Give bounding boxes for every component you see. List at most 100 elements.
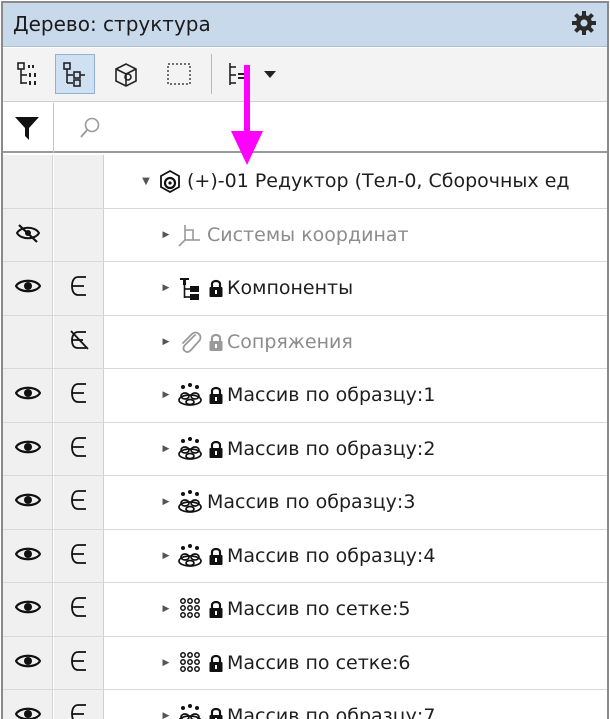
dashed-frame-icon [167,63,191,85]
visibility-cell[interactable] [3,315,53,368]
tree-item-label: Массив по сетке:5 [227,598,411,621]
tree-row[interactable]: ▶ Системы координат [3,208,607,262]
include-icon[interactable] [69,543,89,569]
tree-row[interactable]: ▶ Массив по образцу:2 [3,422,607,476]
include-cell[interactable] [54,315,104,368]
hidden-eye-icon[interactable] [15,222,41,248]
assembly-view-button[interactable] [107,54,147,94]
eye-icon[interactable] [14,438,41,460]
eye-icon[interactable] [14,545,41,567]
expand-triangle-icon[interactable]: ▶ [159,209,173,262]
expand-triangle-icon[interactable]: ▶ [159,316,173,369]
eye-icon[interactable] [14,652,41,674]
dashed-frame-button[interactable] [159,54,199,94]
tree-item-label: Массив по образцу:7 [227,705,436,719]
pattern-array-icon [175,369,205,422]
tree-row[interactable]: ▶ Массив по сетке:6 [3,636,607,690]
tree-item-label: Компоненты [227,277,354,300]
tree-row[interactable]: ▶ Массив по образцу:3 [3,476,607,530]
pattern-array-icon [175,423,205,476]
eye-icon[interactable] [14,598,41,620]
visibility-cell[interactable] [3,636,53,689]
visibility-cell[interactable] [3,422,53,475]
include-cell[interactable] [54,636,104,689]
exclude-icon[interactable] [67,328,91,356]
coordinate-system-icon [175,209,205,262]
tree-item-label: Массив по образцу:2 [227,437,436,460]
include-cell[interactable] [54,155,104,208]
eye-icon[interactable] [14,705,41,719]
expand-triangle-icon[interactable]: ▶ [159,637,173,690]
structure-tree-panel: Дерево: структура ▼ (+)-01 Редуктор (Тел… [1,1,609,719]
tree-item-label: Массив по образцу:3 [207,491,416,514]
tree-row[interactable]: ▶ Массив по образцу:7 [3,690,607,719]
filter-button[interactable] [9,111,45,145]
visibility-cell[interactable] [3,583,53,636]
tree-structure-icon [63,62,85,87]
include-icon[interactable] [69,436,89,462]
tree-row[interactable]: ▶ Массив по сетке:5 [3,583,607,637]
lock-icon [207,690,225,719]
lock-icon [207,637,225,690]
include-icon[interactable] [69,703,89,719]
tree-toolbar [3,48,607,102]
include-icon[interactable] [69,650,89,676]
gear-icon[interactable] [569,8,599,38]
include-cell[interactable] [54,583,104,636]
toolbar-separator [211,54,212,94]
visibility-cell[interactable] [3,155,53,208]
expand-triangle-icon[interactable]: ▶ [159,690,173,719]
expand-triangle-icon[interactable]: ▶ [159,583,173,636]
visibility-cell[interactable] [3,529,53,582]
components-icon [175,262,205,315]
include-icon[interactable] [69,596,89,622]
grid-array-icon [175,583,205,636]
include-icon[interactable] [69,382,89,408]
tree-flat-icon [17,62,36,85]
tree-row[interactable]: ▶ Массив по образцу:4 [3,529,607,583]
tree-item-label: Сопряжения [227,330,353,353]
filter-separator [53,103,54,153]
pattern-array-icon [175,530,205,583]
expand-triangle-icon[interactable]: ▶ [159,530,173,583]
eye-icon[interactable] [14,491,41,513]
lock-icon [207,369,225,422]
pattern-array-icon [175,690,205,719]
tree-root-row[interactable]: ▼ (+)-01 Редуктор (Тел-0, Сборочных ед [3,155,607,209]
include-cell[interactable] [54,690,104,719]
tree-row[interactable]: ▶ Компоненты [3,262,607,316]
collapse-triangle-icon[interactable]: ▼ [139,155,153,208]
filter-bar [3,103,607,153]
expand-triangle-icon[interactable]: ▶ [159,262,173,315]
assembly-view-icon [115,63,137,87]
expand-triangle-icon[interactable]: ▶ [159,369,173,422]
expand-triangle-icon[interactable]: ▶ [159,423,173,476]
tree-flat-button[interactable] [9,54,49,94]
include-icon[interactable] [69,489,89,515]
eye-icon[interactable] [14,384,41,406]
include-cell[interactable] [54,476,104,529]
include-cell[interactable] [54,529,104,582]
tree-item-label: Системы координат [207,223,409,246]
visibility-cell[interactable] [3,262,53,315]
include-cell[interactable] [54,208,104,261]
include-cell[interactable] [54,369,104,422]
search-input[interactable] [107,109,597,147]
include-cell[interactable] [54,262,104,315]
expand-triangle-icon[interactable]: ▶ [159,476,173,529]
eye-icon[interactable] [14,277,41,299]
tree-item-label: Массив по образцу:1 [227,384,436,407]
visibility-cell[interactable] [3,208,53,261]
visibility-cell[interactable] [3,369,53,422]
tree-row[interactable]: ▶ Сопряжения [3,315,607,369]
assembly-icon [155,155,185,208]
visibility-cell[interactable] [3,690,53,719]
funnel-icon [15,117,39,140]
structure-tree: ▼ (+)-01 Редуктор (Тел-0, Сборочных ед ▶ Си… [3,155,607,719]
include-cell[interactable] [54,422,104,475]
include-icon[interactable] [69,275,89,301]
tree-row[interactable]: ▶ Массив по образцу:1 [3,369,607,423]
annotation-arrow [231,65,263,165]
visibility-cell[interactable] [3,476,53,529]
tree-structure-button[interactable] [55,54,95,94]
